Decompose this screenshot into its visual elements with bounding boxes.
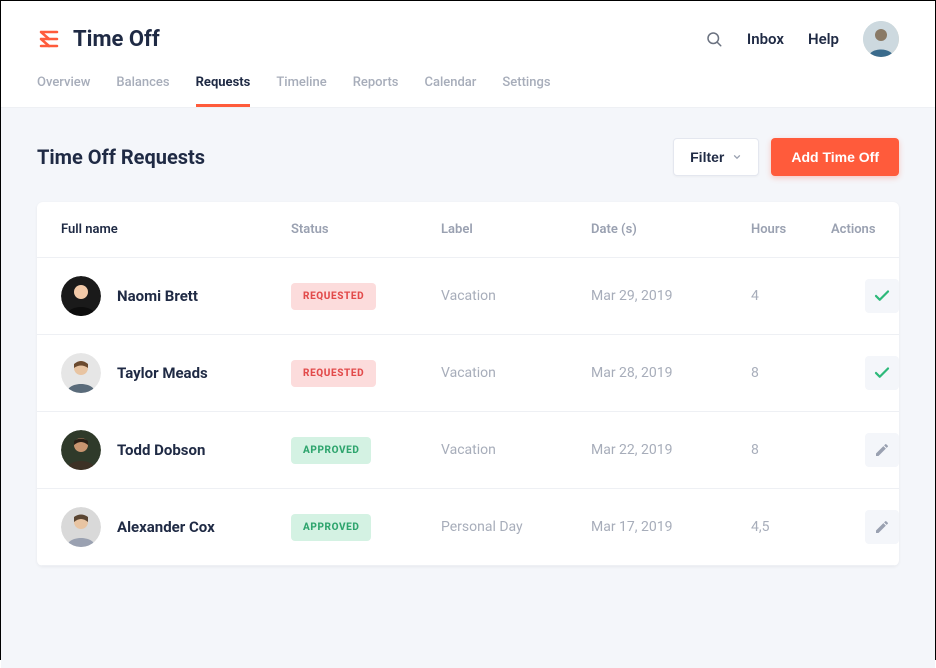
actions-cell xyxy=(831,356,899,390)
hours-cell: 4 xyxy=(751,288,831,304)
filter-label: Filter xyxy=(690,149,724,165)
tab-overview[interactable]: Overview xyxy=(37,75,90,107)
current-user-avatar[interactable] xyxy=(863,21,899,57)
tab-calendar[interactable]: Calendar xyxy=(424,75,476,107)
status-badge: REQUESTED xyxy=(291,283,376,310)
name-cell: Taylor Meads xyxy=(61,353,291,393)
edit-button[interactable] xyxy=(865,433,899,467)
date-cell: Mar 28, 2019 xyxy=(591,365,751,381)
col-actions: Actions xyxy=(831,222,899,237)
tab-settings[interactable]: Settings xyxy=(502,75,550,107)
approve-button[interactable] xyxy=(865,279,899,313)
inbox-link[interactable]: Inbox xyxy=(747,30,784,48)
label-cell: Vacation xyxy=(441,365,591,381)
table-row: Taylor Meads REQUESTED VacationMar 28, 201… xyxy=(37,335,899,412)
filter-button[interactable]: Filter xyxy=(673,138,759,176)
tab-timeline[interactable]: Timeline xyxy=(276,75,326,107)
topbar: Time Off Inbox Help xyxy=(1,1,935,57)
user-avatar xyxy=(61,430,101,470)
status-cell: APPROVED xyxy=(291,437,441,464)
name-cell: Alexander Cox xyxy=(61,507,291,547)
add-time-off-button[interactable]: Add Time Off xyxy=(771,138,899,176)
name-cell: Naomi Brett xyxy=(61,276,291,316)
status-badge: APPROVED xyxy=(291,514,371,541)
tab-reports[interactable]: Reports xyxy=(353,75,399,107)
table-row: Naomi Brett REQUESTED VacationMar 29, 2019… xyxy=(37,258,899,335)
status-badge: REQUESTED xyxy=(291,360,376,387)
page-title: Time Off Requests xyxy=(37,145,205,169)
hours-cell: 8 xyxy=(751,442,831,458)
requests-table: Full name Status Label Date (s) Hours Ac… xyxy=(37,202,899,566)
label-cell: Personal Day xyxy=(441,519,591,535)
help-link[interactable]: Help xyxy=(808,30,839,48)
label-cell: Vacation xyxy=(441,442,591,458)
app-title: Time Off xyxy=(73,27,160,52)
brand: Time Off xyxy=(37,27,160,52)
approve-button[interactable] xyxy=(865,356,899,390)
date-cell: Mar 17, 2019 xyxy=(591,519,751,535)
table-header: Full name Status Label Date (s) Hours Ac… xyxy=(37,202,899,258)
edit-button[interactable] xyxy=(865,510,899,544)
status-cell: REQUESTED xyxy=(291,360,441,387)
user-avatar xyxy=(61,276,101,316)
status-cell: REQUESTED xyxy=(291,283,441,310)
date-cell: Mar 22, 2019 xyxy=(591,442,751,458)
actions-cell xyxy=(831,279,899,313)
table-row: Alexander Cox APPROVED Personal DayMar 17,… xyxy=(37,489,899,566)
col-label: Label xyxy=(441,222,591,237)
content-header: Time Off Requests Filter Add Time Off xyxy=(37,138,899,176)
top-actions: Inbox Help xyxy=(705,21,899,57)
user-name: Naomi Brett xyxy=(117,287,198,305)
user-name: Taylor Meads xyxy=(117,364,208,382)
col-status: Status xyxy=(291,222,441,237)
col-full-name: Full name xyxy=(61,222,291,237)
tabs: Overview Balances Requests Timeline Repo… xyxy=(1,57,935,108)
col-hours: Hours xyxy=(751,222,831,237)
actions-cell xyxy=(831,433,899,467)
label-cell: Vacation xyxy=(441,288,591,304)
search-icon[interactable] xyxy=(705,30,723,48)
table-row: Todd Dobson APPROVED VacationMar 22, 20198 xyxy=(37,412,899,489)
user-name: Alexander Cox xyxy=(117,518,215,536)
user-name: Todd Dobson xyxy=(117,441,205,459)
user-avatar xyxy=(61,507,101,547)
header-actions: Filter Add Time Off xyxy=(673,138,899,176)
tab-balances[interactable]: Balances xyxy=(116,75,169,107)
hours-cell: 4,5 xyxy=(751,519,831,535)
name-cell: Todd Dobson xyxy=(61,430,291,470)
chevron-down-icon xyxy=(732,149,742,165)
content: Time Off Requests Filter Add Time Off Fu… xyxy=(1,108,935,668)
user-avatar xyxy=(61,353,101,393)
date-cell: Mar 29, 2019 xyxy=(591,288,751,304)
col-date: Date (s) xyxy=(591,222,751,237)
tab-requests[interactable]: Requests xyxy=(196,75,251,107)
app-logo-icon xyxy=(37,27,61,51)
status-cell: APPROVED xyxy=(291,514,441,541)
hours-cell: 8 xyxy=(751,365,831,381)
status-badge: APPROVED xyxy=(291,437,371,464)
actions-cell xyxy=(831,510,899,544)
